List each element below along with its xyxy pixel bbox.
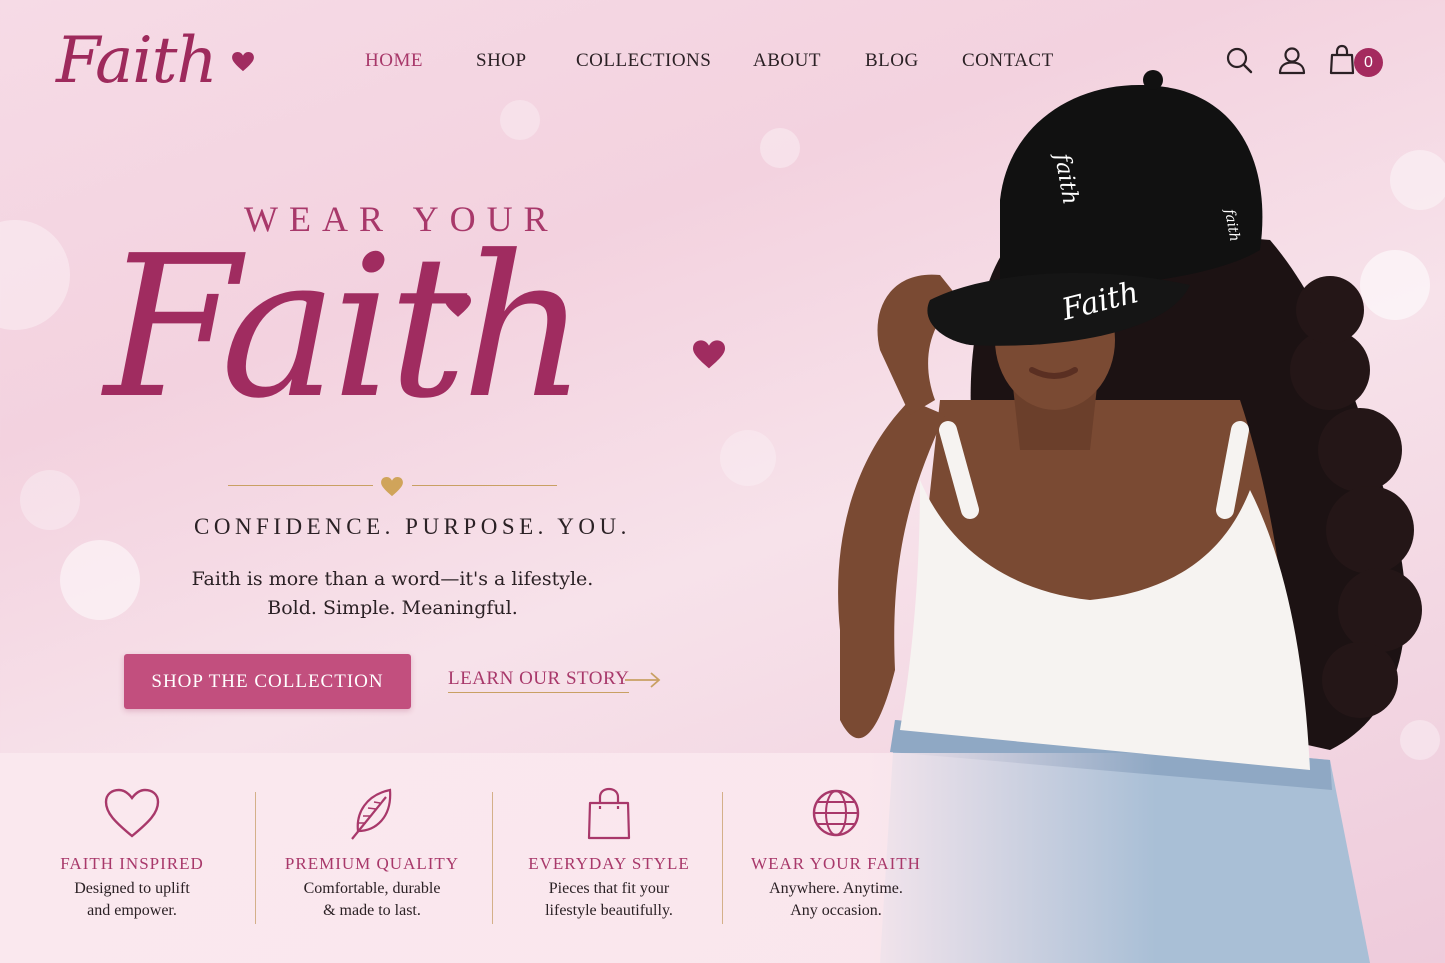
nav-collections[interactable]: COLLECTIONS	[576, 50, 711, 72]
nav-contact[interactable]: CONTACT	[962, 50, 1054, 72]
feature-title: WEAR YOUR FAITH	[751, 854, 921, 873]
divider-line	[228, 485, 373, 486]
bokeh-decor	[0, 220, 70, 330]
feature-text: Pieces that fit your	[548, 880, 670, 897]
hero-title: Faith	[104, 214, 587, 442]
feature-everyday-style: EVERYDAY STYLE Pieces that fit your life…	[494, 753, 724, 963]
feature-text: and empower.	[87, 902, 177, 919]
bokeh-decor	[720, 430, 776, 486]
heart-icon	[104, 788, 160, 838]
feature-text: Comfortable, durable	[303, 880, 441, 897]
shop-collection-button[interactable]: SHOP THE COLLECTION	[124, 654, 411, 709]
feature-premium-quality: PREMIUM QUALITY Comfortable, durable & m…	[257, 753, 487, 963]
hero-tagline: CONFIDENCE. PURPOSE. YOU.	[194, 514, 631, 539]
nav-about[interactable]: ABOUT	[753, 50, 821, 72]
feature-text: Any occasion.	[790, 902, 882, 919]
nav-shop[interactable]: SHOP	[476, 50, 527, 72]
feature-title: FAITH INSPIRED	[60, 854, 204, 873]
shopping-bag-icon	[587, 787, 631, 840]
bokeh-decor	[20, 470, 80, 530]
bokeh-decor	[500, 100, 540, 140]
feature-faith-inspired: FAITH INSPIRED Designed to uplift and em…	[17, 753, 247, 963]
learn-story-link[interactable]: LEARN OUR STORY	[448, 668, 630, 693]
bokeh-decor	[60, 540, 140, 620]
hero-description-line: Faith is more than a word—it's a lifesty…	[191, 568, 594, 590]
feather-icon	[351, 788, 392, 840]
feature-wear-your-faith: WEAR YOUR FAITH Anywhere. Anytime. Any o…	[721, 753, 951, 963]
feature-text: & made to last.	[323, 902, 421, 919]
nav-blog[interactable]: BLOG	[865, 50, 919, 72]
nav-home[interactable]: HOME	[365, 50, 423, 72]
feature-title: EVERYDAY STYLE	[528, 854, 690, 873]
feature-text: lifestyle beautifully.	[545, 902, 673, 919]
divider-line	[412, 485, 557, 486]
hero-description-line: Bold. Simple. Meaningful.	[267, 597, 518, 619]
feature-title: PREMIUM QUALITY	[284, 854, 460, 873]
heart-icon	[381, 477, 403, 497]
feature-divider	[722, 792, 723, 924]
arrow-right-icon	[625, 672, 661, 688]
feature-text: Designed to uplift	[74, 880, 190, 897]
feature-divider	[255, 792, 256, 924]
feature-divider	[492, 792, 493, 924]
globe-icon	[812, 789, 860, 837]
heart-icon	[445, 294, 471, 317]
feature-text: Anywhere. Anytime.	[769, 880, 903, 897]
heart-icon	[693, 340, 725, 369]
